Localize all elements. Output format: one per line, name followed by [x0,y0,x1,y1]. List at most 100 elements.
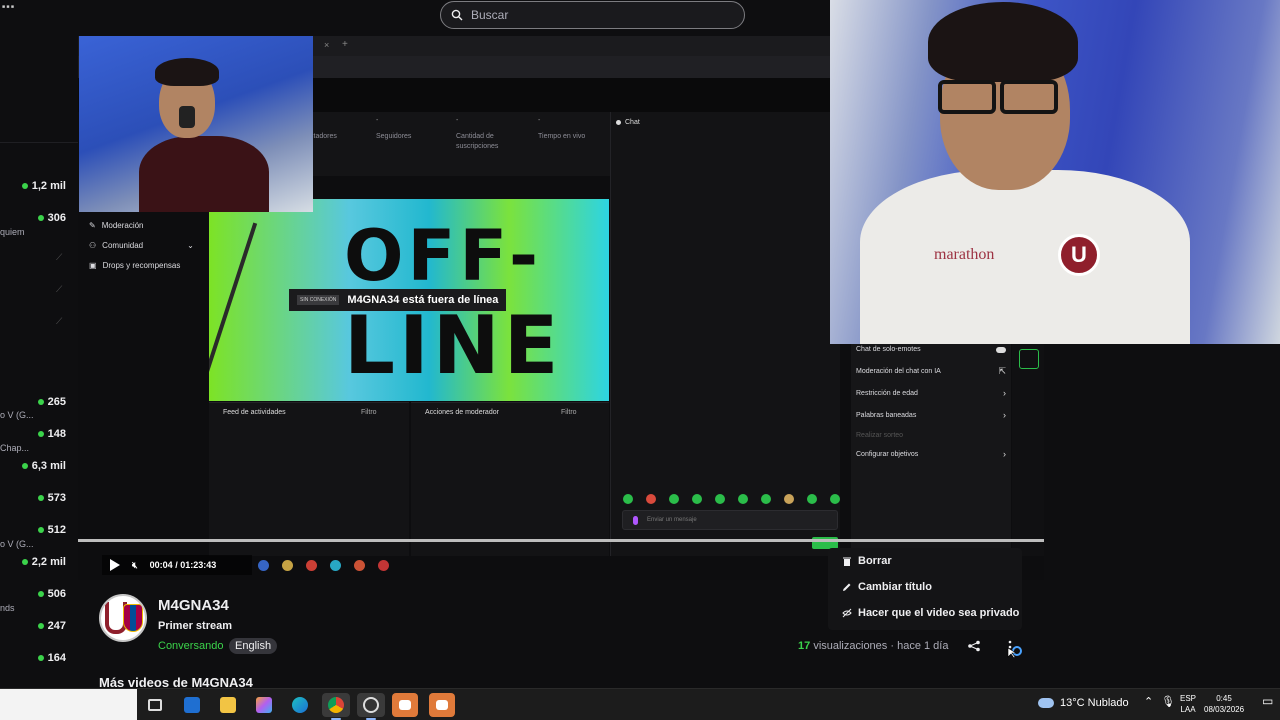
toggle-icon [996,347,1006,353]
channel-viewer-count[interactable]: 1,2 mil [21,180,66,192]
channel-viewer-count[interactable]: 6,3 mil [21,460,66,472]
edge-icon[interactable] [288,693,312,717]
channel-viewer-count[interactable]: 573 [37,492,66,504]
channel-viewer-count[interactable]: 164 [37,652,66,664]
notifications-icon[interactable]: ▭ [1262,695,1273,707]
eye-off-icon [842,608,852,618]
live-dot-icon [37,495,44,501]
dashboard-stats: -ctadores -Seguidores -Cantidad de suscr… [310,112,610,176]
offline-word-top: OFF- [344,215,543,297]
channel-viewer-count[interactable]: 247 [37,620,66,632]
muted-icon: ⟋ [56,316,63,326]
chevron-up-icon[interactable]: ⌃ [1144,697,1153,708]
app-icon [306,560,317,571]
weather-widget[interactable]: 13°C Nublado [1038,697,1129,709]
mic-icon [633,516,638,525]
offline-status-bar: SIN CONEXIÓN M4GNA34 está fuera de línea [289,289,507,311]
live-dot-icon [37,431,44,437]
viewer-count-text: 512 [47,524,66,536]
emote-icon [761,494,771,504]
channel-viewer-count[interactable]: 2,2 mil [21,556,66,568]
input-language[interactable]: ESP LAA [1180,693,1196,715]
search-input[interactable]: Buscar [440,1,745,29]
time-readout: 00:04 / 01:23:43 [150,560,217,570]
category-link[interactable]: Conversando [158,640,223,652]
outlook-icon[interactable] [180,693,204,717]
offline-message: M4GNA34 está fuera de línea [347,294,499,306]
search-icon [451,9,463,21]
chevron-down-icon: ⌄ [187,241,194,250]
total-time: 01:23:43 [180,560,217,570]
channel-viewer-count[interactable]: 506 [37,588,66,600]
capcut-icon[interactable] [392,693,418,717]
menu-item-label: Hacer que el video sea privado [858,607,1020,619]
pencil-icon [843,583,851,591]
wrench-icon: ✎ [89,221,96,230]
clock[interactable]: 0:45 08/03/2026 [1204,693,1244,715]
setting-item: Moderación del chat con IA ⇱ [856,366,1006,376]
setting-text: Realizar sorteo [856,432,904,439]
chat-settings-panel: Chat de solo-emotes Moderación del chat … [851,342,1011,556]
live-dot-icon [37,527,44,533]
capcut-icon-2[interactable] [429,693,455,717]
tower-graphic [209,222,258,386]
viewer-count-text: 148 [47,428,66,440]
cloud-icon [1038,698,1054,708]
menu-item-change-title[interactable]: Cambiar título [842,581,932,593]
microphone-icon[interactable]: 🎙︎ [1161,697,1175,708]
sidebar-logo: ■ ■ ■ [2,4,14,10]
person-shirt [139,136,269,212]
channel-viewer-count[interactable]: 148 [37,428,66,440]
stat-label: - Seguidores [376,117,412,140]
glasses-right [1000,80,1058,114]
share-icon[interactable] [967,640,981,652]
activity-feed-title: Feed de actividades [223,409,286,416]
viewer-count-text: 164 [47,652,66,664]
taskbar-search-box[interactable] [0,689,137,720]
menu-item-make-private[interactable]: Hacer que el video sea privado [842,607,1019,619]
stat-text: Cantidad de suscripciones [456,133,499,150]
channel-name[interactable]: M4GNA34 [158,597,229,614]
shirt-brand-text: marathon [934,246,995,263]
filter-label: Filtro [561,409,577,416]
channel-viewer-count[interactable]: 265 [37,396,66,408]
video-title: Primer stream [158,620,232,632]
menu-item-delete[interactable]: Borrar [842,555,892,567]
mute-icon[interactable]: 🔇︎ [132,560,138,571]
followed-channels-sidebar: ■ ■ ■ 1,2 mil 306 quiem ⟋ ⟋ ⟋ 265 o V (G… [0,0,78,688]
chrome-icon[interactable] [322,693,350,720]
file-explorer-icon[interactable] [216,693,240,717]
language-tag[interactable]: English [229,638,278,654]
viewer-count-text: 265 [47,396,66,408]
menu-item-drops: ▣ Drops y recompensas [89,261,180,270]
offline-banner-image: OFF- LINE SIN CONEXIÓN M4GNA34 está fuer… [209,199,609,401]
seek-bar[interactable] [78,539,1044,542]
live-dot-icon [37,655,44,661]
emote-icon [738,494,748,504]
app-icon [354,560,365,571]
setting-item: Chat de solo-emotes [856,346,1006,353]
emote-icon [646,494,656,504]
chat-icon [616,120,621,125]
setting-text: Chat de solo-emotes [856,346,921,353]
channel-viewer-count[interactable]: 306 [37,212,66,224]
glasses-left [938,80,996,114]
channel-label: o V (G... [0,410,34,420]
obs-icon[interactable] [357,693,385,720]
views-count: 17 [798,640,811,652]
chevron-right-icon: › [1003,449,1006,459]
clock-date: 08/03/2026 [1204,705,1245,714]
stat-text: Seguidores [376,133,412,140]
play-icon[interactable] [110,559,120,571]
channel-viewer-count[interactable]: 512 [37,524,66,536]
copilot-icon[interactable] [252,693,276,717]
emote-icon [692,494,702,504]
plus-icon: + [342,39,348,50]
more-options-button[interactable] [1005,638,1025,658]
channel-label: quiem [0,227,25,237]
task-view-icon[interactable] [143,693,167,717]
live-dot-icon [21,463,28,469]
menu-text: Moderación [101,221,144,230]
offline-word-bottom: LINE [344,299,563,392]
channel-avatar[interactable] [99,594,147,642]
